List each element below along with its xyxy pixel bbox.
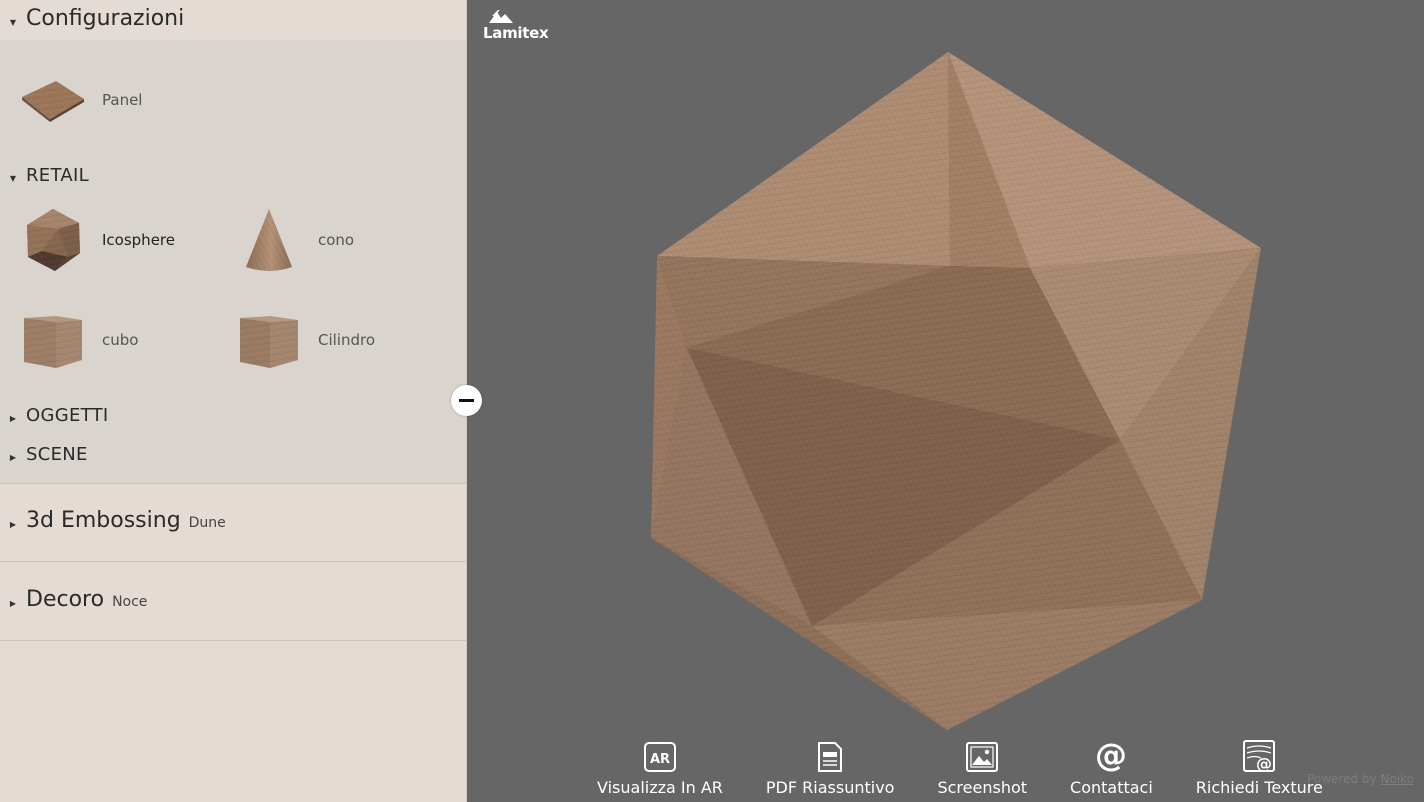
sidebar: ▼ Configurazioni Panel ▼ RETAIL Icospher… <box>0 0 467 802</box>
3d-viewport[interactable]: Lamitex AR Visualizza In AR PDF Riassunt… <box>467 0 1424 802</box>
section-configurazioni-header[interactable]: ▼ Configurazioni <box>0 6 184 31</box>
minus-icon <box>459 399 474 402</box>
retail-item-label: cubo <box>102 331 139 349</box>
caret-right-icon: ▶ <box>9 599 17 608</box>
group-scene-header[interactable]: ▶ SCENE <box>0 444 88 465</box>
document-icon <box>818 742 843 772</box>
tool-label: Richiedi Texture <box>1195 778 1323 797</box>
divider <box>0 640 466 641</box>
divider <box>0 561 466 562</box>
tool-label: Contattaci <box>1070 778 1153 797</box>
group-title: OGGETTI <box>26 405 109 426</box>
section-value: Dune <box>188 515 226 531</box>
powered-by-link[interactable]: Noiko <box>1380 772 1414 786</box>
section-decoro-header[interactable]: ▶ Decoro Noce <box>0 587 148 612</box>
section-value: Noce <box>112 594 148 610</box>
svg-text:@: @ <box>1095 738 1127 772</box>
section-title: Decoro <box>26 587 105 612</box>
group-title: RETAIL <box>26 165 89 186</box>
svg-text:AR: AR <box>650 752 670 767</box>
group-oggetti-header[interactable]: ▶ OGGETTI <box>0 405 109 426</box>
brand-logo: Lamitex <box>483 10 549 42</box>
tool-label: Visualizza In AR <box>597 778 723 797</box>
section-title: 3d Embossing <box>26 508 181 533</box>
view-in-ar-button[interactable]: AR Visualizza In AR <box>597 738 723 797</box>
pdf-summary-button[interactable]: PDF Riassuntivo <box>765 738 895 797</box>
icosphere-thumbnail-icon <box>20 207 86 273</box>
tool-label: PDF Riassuntivo <box>765 778 895 797</box>
caret-down-icon: ▼ <box>9 18 17 27</box>
retail-item-label: Icosphere <box>102 231 175 249</box>
at-icon: @ <box>1095 738 1127 772</box>
section-embossing-header[interactable]: ▶ 3d Embossing Dune <box>0 508 226 533</box>
configurazioni-panel: Panel ▼ RETAIL Icosphere cono cubo Cilin… <box>0 40 466 484</box>
config-item-label: Panel <box>102 91 143 109</box>
group-title: SCENE <box>26 444 88 465</box>
image-icon <box>966 742 999 772</box>
retail-item-label: Cilindro <box>318 331 376 349</box>
caret-right-icon: ▶ <box>9 414 17 423</box>
caret-right-icon: ▶ <box>9 453 17 462</box>
ar-icon: AR <box>643 742 676 772</box>
cylinder-thumbnail-icon <box>236 307 302 373</box>
request-texture-button[interactable]: @ Richiedi Texture <box>1196 738 1323 797</box>
caret-down-icon: ▼ <box>9 174 17 183</box>
wood-panel-thumbnail-icon <box>20 67 86 133</box>
screenshot-button[interactable]: Screenshot <box>937 738 1027 797</box>
icosphere-model[interactable] <box>647 48 1267 738</box>
svg-text:@: @ <box>1256 754 1272 772</box>
contact-button[interactable]: @ Contattaci <box>1070 738 1153 797</box>
powered-by: Powered by Noiko <box>1307 772 1414 786</box>
cube-thumbnail-icon <box>20 307 86 373</box>
caret-right-icon: ▶ <box>9 520 17 529</box>
retail-item-label: cono <box>318 231 355 249</box>
brand-name: Lamitex <box>483 24 549 42</box>
group-retail-header[interactable]: ▼ RETAIL <box>0 165 89 186</box>
powered-by-text: Powered by <box>1307 772 1377 786</box>
texture-request-icon: @ <box>1243 740 1276 772</box>
config-item-panel[interactable]: Panel <box>20 67 142 133</box>
brand-mark-icon <box>489 10 513 23</box>
retail-item-cilindro[interactable]: Cilindro <box>236 307 375 373</box>
retail-item-cono[interactable]: cono <box>236 207 354 273</box>
retail-item-icosphere[interactable]: Icosphere <box>20 207 175 273</box>
collapse-sidebar-button[interactable] <box>451 385 482 416</box>
cone-thumbnail-icon <box>236 207 302 273</box>
tool-label: Screenshot <box>937 778 1028 797</box>
bottom-toolbar: AR Visualizza In AR PDF Riassuntivo Scre… <box>597 738 1366 797</box>
retail-item-cubo[interactable]: cubo <box>20 307 138 373</box>
section-title: Configurazioni <box>26 6 185 31</box>
